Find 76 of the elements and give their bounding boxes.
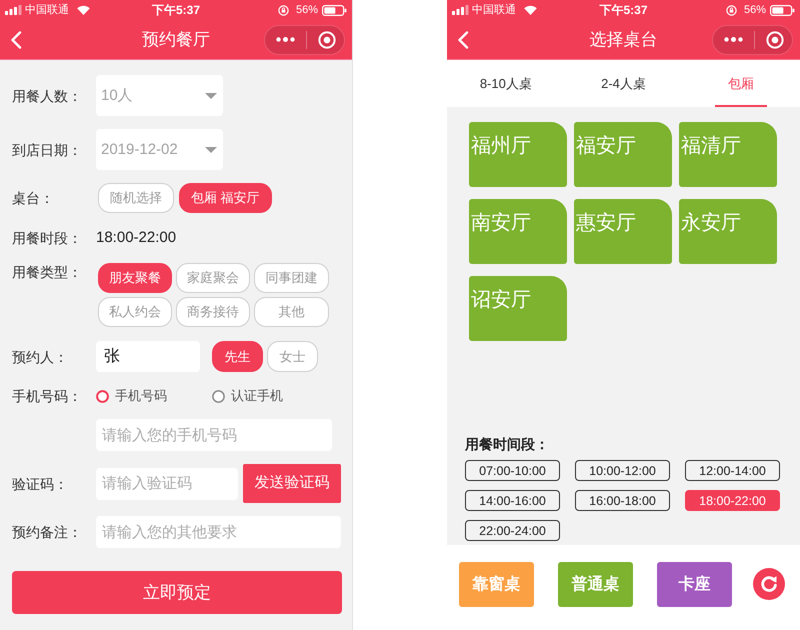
section-label: 用餐时间段： <box>465 435 550 453</box>
tab[interactable]: 2-4人桌 <box>564 60 682 107</box>
refresh-icon[interactable] <box>753 568 785 600</box>
time-slot-button[interactable]: 12:00-14:00 <box>685 460 780 481</box>
radio-option[interactable]: 手机号码 <box>96 388 212 404</box>
option-button[interactable]: 随机选择 <box>98 183 174 213</box>
battery-icon <box>770 4 795 16</box>
signal-icon <box>5 5 22 15</box>
input-field[interactable]: 请输入您的其他要求 <box>96 516 341 548</box>
carrier-name: 中国联通 <box>472 3 516 17</box>
wifi-icon <box>524 5 537 15</box>
input-field[interactable]: 张 <box>96 341 200 372</box>
more-icon[interactable] <box>724 37 743 42</box>
tab[interactable]: 包厢 <box>682 60 800 107</box>
clock-time: 下午5:37 <box>599 3 648 17</box>
dropdown[interactable]: 2019-12-02 <box>96 129 223 170</box>
field-label: 验证码： <box>12 474 69 492</box>
field-label: 桌台： <box>12 189 55 207</box>
field-label: 预约备注： <box>12 523 83 541</box>
lock-icon <box>278 4 289 16</box>
signal-icon <box>452 5 469 15</box>
option-button[interactable]: 先生 <box>212 341 263 372</box>
input-field[interactable]: 请输入验证码 <box>96 468 238 500</box>
time-slot-button[interactable]: 18:00-22:00 <box>685 490 780 511</box>
submit-button[interactable]: 立即预定 <box>12 571 342 614</box>
target-icon[interactable] <box>766 30 784 48</box>
option-button[interactable]: 女士 <box>267 341 318 372</box>
time-value: 18:00-22:00 <box>96 228 176 248</box>
back-icon[interactable] <box>457 30 469 48</box>
more-icon[interactable] <box>276 37 295 42</box>
wifi-icon <box>77 5 90 15</box>
time-slot-button[interactable]: 10:00-12:00 <box>575 460 670 481</box>
carrier-name: 中国联通 <box>25 3 69 17</box>
battery-percentage: 56% <box>296 3 318 17</box>
option-button[interactable]: 商务接待 <box>176 297 250 327</box>
room-tile[interactable]: 福安厅 <box>574 122 672 187</box>
caret-icon <box>205 146 217 152</box>
field-label: 用餐人数： <box>12 86 83 104</box>
field-label: 预约人： <box>12 348 69 366</box>
room-tile[interactable]: 惠安厅 <box>574 199 672 264</box>
caret-icon <box>205 92 217 98</box>
option-button[interactable]: 私人约会 <box>98 297 172 327</box>
page-title: 预约餐厅 <box>142 28 210 50</box>
back-icon[interactable] <box>10 30 22 48</box>
room-tile[interactable]: 福州厅 <box>469 122 567 187</box>
option-button[interactable]: 包厢 福安厅 <box>179 183 272 213</box>
tab[interactable]: 8-10人桌 <box>447 60 565 107</box>
time-slot-button[interactable]: 07:00-10:00 <box>465 460 560 481</box>
table-type-button[interactable]: 卡座 <box>657 562 732 607</box>
time-slot-button[interactable]: 22:00-24:00 <box>465 520 560 541</box>
clock-time: 下午5:37 <box>152 3 200 17</box>
input-field[interactable]: 请输入您的手机号码 <box>96 419 332 451</box>
room-tile[interactable]: 永安厅 <box>679 199 777 264</box>
table-type-button[interactable]: 普通桌 <box>558 562 633 607</box>
option-button[interactable]: 其他 <box>254 297 329 327</box>
radio-option[interactable]: 认证手机 <box>212 388 283 404</box>
battery-percentage: 56% <box>744 3 766 17</box>
room-tile[interactable]: 福清厅 <box>679 122 777 187</box>
field-label: 手机号码： <box>12 387 83 405</box>
time-slot-button[interactable]: 16:00-18:00 <box>575 490 670 511</box>
option-button[interactable]: 家庭聚会 <box>176 263 250 293</box>
field-label: 到店日期： <box>12 140 83 158</box>
table-type-button[interactable]: 靠窗桌 <box>459 562 534 607</box>
page-title: 选择桌台 <box>590 28 658 50</box>
room-tile[interactable]: 南安厅 <box>469 199 567 264</box>
lock-icon <box>726 4 737 16</box>
time-slot-button[interactable]: 14:00-16:00 <box>465 490 560 511</box>
battery-icon <box>322 4 347 16</box>
field-label: 用餐类型： <box>12 263 83 281</box>
field-label: 用餐时段： <box>12 229 83 247</box>
dropdown[interactable]: 10人 <box>96 75 223 116</box>
option-button[interactable]: 朋友聚餐 <box>98 263 172 293</box>
room-tile[interactable]: 诏安厅 <box>469 276 567 341</box>
target-icon[interactable] <box>318 30 336 48</box>
option-button[interactable]: 同事团建 <box>254 263 329 293</box>
send-code-button[interactable]: 发送验证码 <box>243 464 341 503</box>
